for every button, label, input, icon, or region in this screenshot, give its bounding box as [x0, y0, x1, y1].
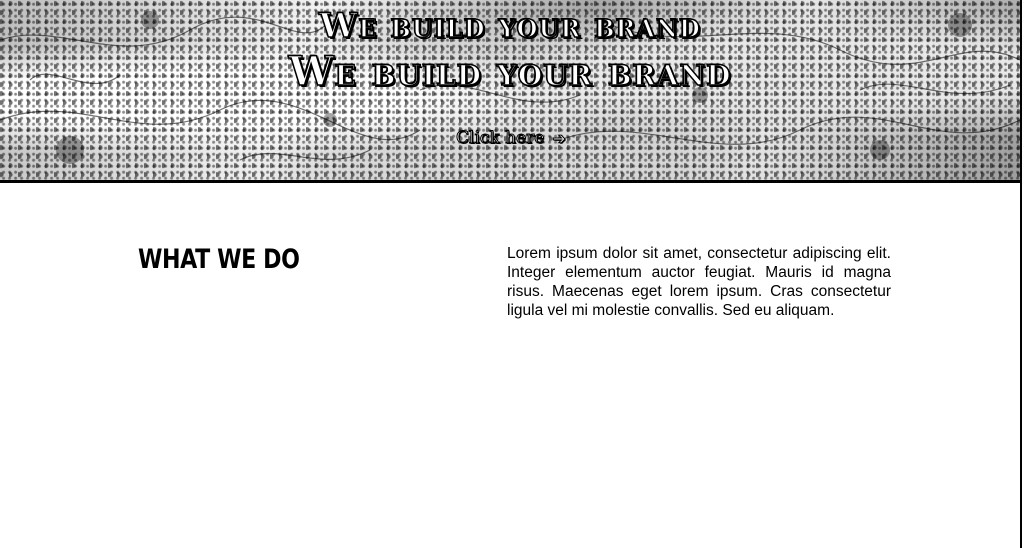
hero-headline-secondary: We build your brand: [288, 47, 732, 96]
hero-headline-primary: We build your brand: [318, 5, 701, 47]
hero-cta-label: Click here: [455, 128, 545, 149]
page-edge-divider: [1020, 0, 1022, 548]
hero-cta-link[interactable]: Click here ➔: [455, 128, 566, 149]
section-heading: WHAT WE DO: [138, 244, 300, 275]
page: We build your brand We build your brand …: [0, 0, 1024, 548]
arrow-right-icon: ➔: [552, 128, 566, 148]
section-body-text: Lorem ipsum dolor sit amet, consectetur …: [507, 245, 891, 319]
hero-banner: We build your brand We build your brand …: [0, 0, 1020, 183]
